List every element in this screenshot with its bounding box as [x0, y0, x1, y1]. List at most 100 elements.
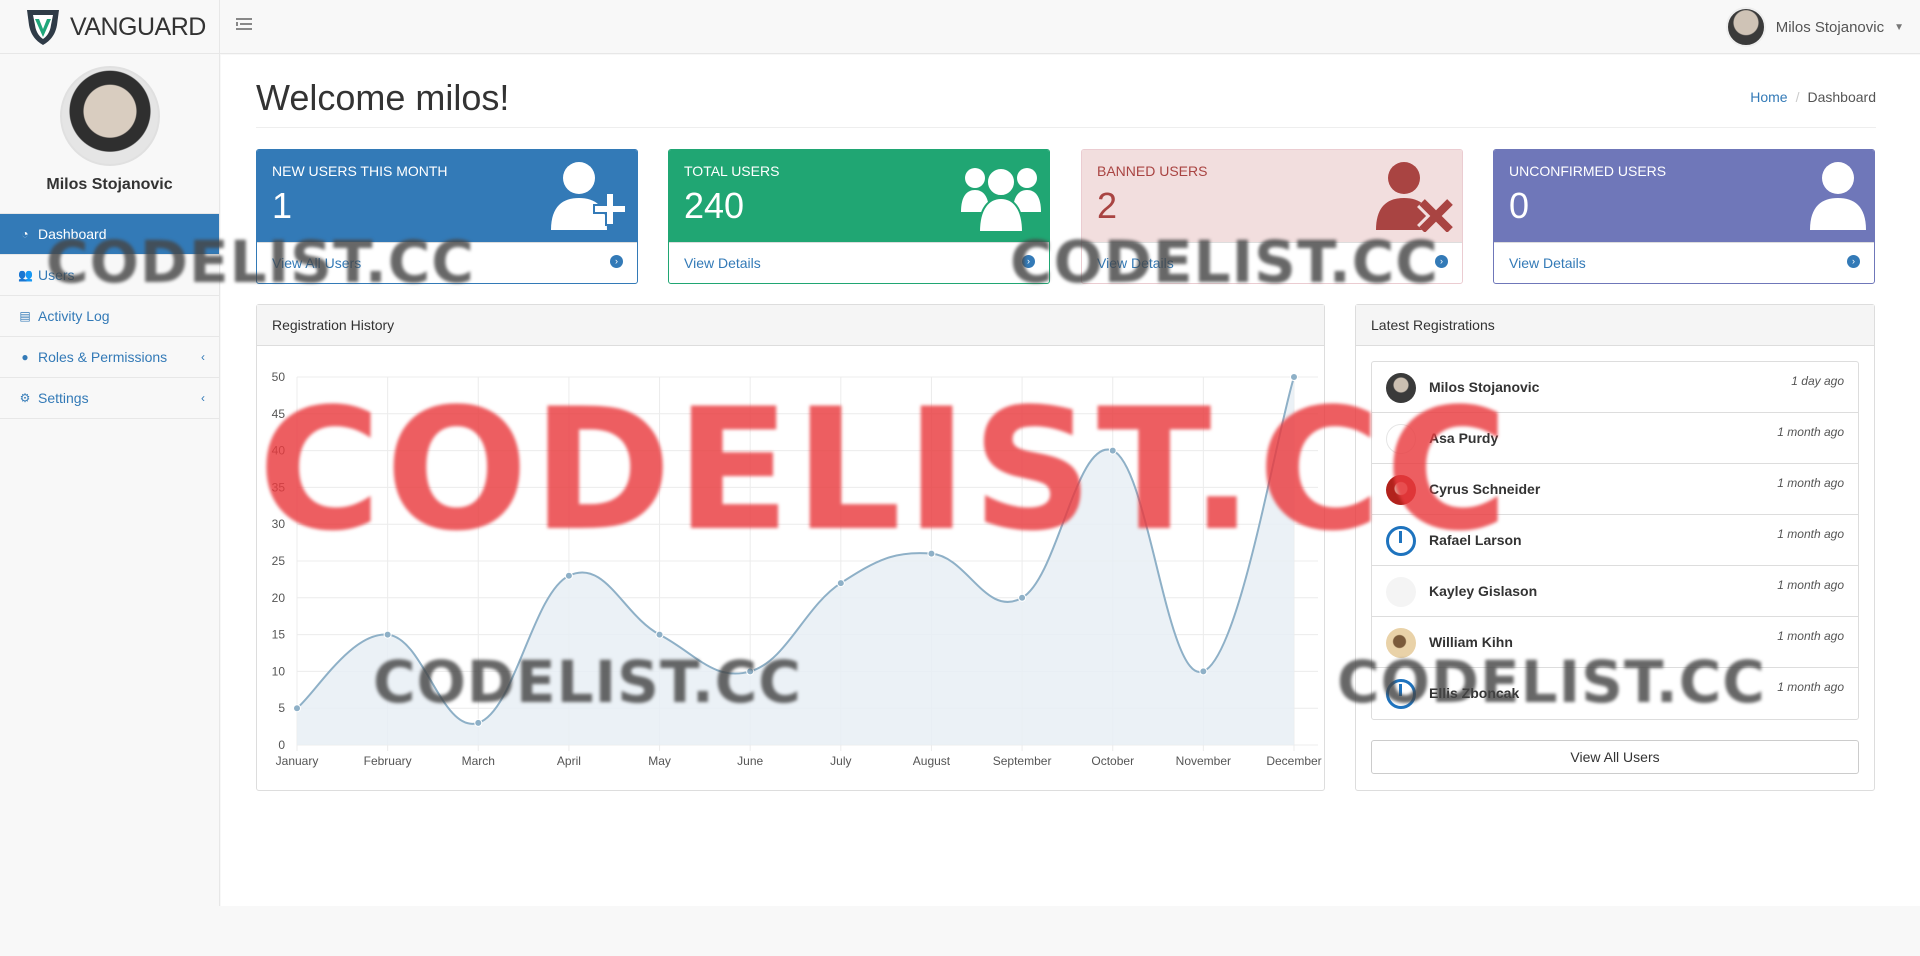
profile-avatar — [59, 66, 160, 166]
data-point — [927, 549, 936, 558]
arrow-circle-right-icon: › — [1847, 255, 1860, 268]
sidebar-item-users[interactable]: 👥 Users — [0, 255, 219, 296]
avatar — [1725, 7, 1766, 47]
user-name: Ellis Zboncak — [1429, 685, 1520, 701]
y-tick-label: 50 — [272, 370, 286, 384]
avatar — [1386, 577, 1416, 607]
view-all-users-link[interactable]: View All Users › — [257, 242, 637, 283]
registration-time: 1 month ago — [1777, 578, 1844, 592]
y-tick-label: 15 — [272, 628, 286, 642]
x-tick-label: January — [276, 754, 319, 768]
caret-down-icon: ▼ — [1894, 21, 1904, 33]
top-navbar: VANGUARD Milos Stojanovic ▼ — [0, 0, 1920, 54]
y-tick-label: 30 — [272, 517, 286, 531]
sidebar-item-dashboard[interactable]: ◔ Dashboard — [0, 214, 219, 255]
sidebar-profile: Milos Stojanovic — [0, 54, 219, 214]
avatar — [1386, 424, 1416, 454]
data-point — [564, 571, 573, 580]
stat-card-banned-users: BANNED USERS 2 View Details › — [1081, 149, 1463, 284]
list-item[interactable]: Cyrus Schneider 1 month ago — [1372, 464, 1858, 515]
users-icon: 👥 — [18, 268, 33, 282]
breadcrumb-separator: / — [1795, 89, 1800, 105]
sidebar-item-label: Users — [38, 267, 75, 283]
arrow-circle-right-icon: › — [610, 255, 623, 268]
panel-title: Latest Registrations — [1356, 305, 1874, 346]
view-details-link[interactable]: View Details › — [1494, 242, 1874, 283]
sidebar-item-label: Dashboard — [38, 226, 107, 242]
avatar — [1386, 475, 1416, 505]
sidebar-item-label: Settings — [38, 390, 89, 406]
user-menu[interactable]: Milos Stojanovic ▼ — [1725, 6, 1904, 48]
data-point — [655, 630, 664, 639]
arrow-circle-right-icon: › — [1022, 255, 1035, 268]
users-group-icon — [961, 167, 1041, 232]
view-details-link[interactable]: View Details › — [669, 242, 1049, 283]
user-icon: ● — [21, 350, 29, 364]
stat-link-label: View Details — [1509, 255, 1586, 271]
view-details-link[interactable]: View Details › — [1082, 242, 1462, 283]
data-point — [293, 704, 301, 713]
latest-registrations-panel: Latest Registrations Milos Stojanovic 1 … — [1355, 304, 1875, 791]
stat-card-unconfirmed-users: UNCONFIRMED USERS 0 View Details › — [1493, 149, 1875, 284]
gear-icon: ⚙ — [19, 391, 31, 405]
list-item[interactable]: William Kihn 1 month ago — [1372, 617, 1858, 668]
registration-time: 1 month ago — [1777, 425, 1844, 439]
view-all-users-button[interactable]: View All Users — [1371, 740, 1859, 774]
x-tick-label: August — [913, 754, 951, 768]
stat-link-label: View Details — [1097, 255, 1174, 271]
y-tick-label: 5 — [278, 701, 285, 715]
user-name: Cyrus Schneider — [1429, 481, 1541, 497]
data-point — [1199, 667, 1208, 676]
y-tick-label: 10 — [272, 664, 286, 678]
x-tick-label: April — [557, 754, 581, 768]
sidebar: Milos Stojanovic ◔ Dashboard 👥 Users ▤ A… — [0, 54, 220, 906]
list-item[interactable]: Ellis Zboncak 1 month ago — [1372, 668, 1858, 719]
sidebar-item-settings[interactable]: ⚙ Settings ‹ — [0, 378, 219, 419]
registration-time: 1 month ago — [1777, 527, 1844, 541]
list-item[interactable]: Asa Purdy 1 month ago — [1372, 413, 1858, 464]
page-footer-area — [0, 906, 1920, 956]
user-name: Rafael Larson — [1429, 532, 1522, 548]
power-icon — [1386, 526, 1416, 556]
registration-time: 1 month ago — [1777, 680, 1844, 694]
sidebar-item-roles-permissions[interactable]: ● Roles & Permissions ‹ — [0, 337, 219, 378]
y-tick-label: 40 — [272, 444, 286, 458]
shield-logo-icon — [27, 10, 59, 45]
user-name: Milos Stojanovic — [1429, 379, 1540, 395]
sidebar-toggle-icon[interactable] — [236, 17, 254, 37]
registration-time: 1 day ago — [1791, 374, 1844, 388]
sidebar-item-label: Activity Log — [38, 308, 110, 324]
power-icon — [1386, 679, 1416, 709]
x-tick-label: March — [462, 754, 495, 768]
user-menu-name: Milos Stojanovic — [1775, 18, 1885, 36]
chevron-left-icon: ‹ — [201, 350, 205, 364]
brand-logo[interactable]: VANGUARD — [0, 0, 220, 54]
sidebar-item-label: Roles & Permissions — [38, 349, 168, 365]
x-tick-label: December — [1266, 754, 1321, 768]
stat-link-label: View All Users — [272, 255, 362, 271]
data-point — [1108, 446, 1117, 455]
x-tick-label: October — [1091, 754, 1134, 768]
dashboard-icon: ◔ — [21, 227, 29, 241]
list-item[interactable]: Rafael Larson 1 month ago — [1372, 515, 1858, 566]
list-item[interactable]: Milos Stojanovic 1 day ago — [1372, 362, 1858, 413]
breadcrumb: Home / Dashboard — [1750, 89, 1876, 105]
breadcrumb-home-link[interactable]: Home — [1750, 89, 1787, 105]
list-item[interactable]: Kayley Gislason 1 month ago — [1372, 566, 1858, 617]
y-tick-label: 45 — [272, 407, 286, 421]
profile-name: Milos Stojanovic — [46, 176, 173, 193]
data-point — [1018, 593, 1027, 602]
registration-time: 1 month ago — [1777, 476, 1844, 490]
registration-history-panel: Registration History 0 5 10 15 20 25 30 35 40 45 5… — [256, 304, 1325, 791]
y-tick-label: 20 — [272, 591, 286, 605]
registrations-list: Milos Stojanovic 1 day ago Asa Purdy 1 m… — [1371, 361, 1859, 720]
list-icon: ▤ — [19, 309, 31, 323]
stat-card-new-users: NEW USERS THIS MONTH 1 View All Users › — [256, 149, 638, 284]
user-plus-icon — [551, 162, 627, 230]
avatar — [1386, 373, 1416, 403]
user-name: Kayley Gislason — [1429, 583, 1538, 599]
x-tick-label: July — [830, 754, 851, 768]
stat-card-total-users: TOTAL USERS 240 View Details › — [668, 149, 1050, 284]
sidebar-item-activity-log[interactable]: ▤ Activity Log — [0, 296, 219, 337]
x-tick-label: November — [1176, 754, 1231, 768]
